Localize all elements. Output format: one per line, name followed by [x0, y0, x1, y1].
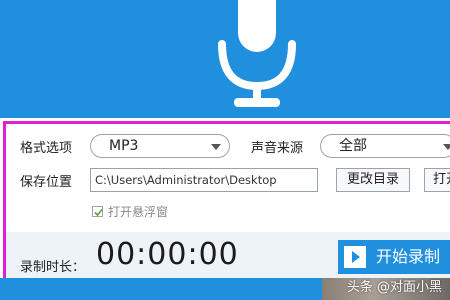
save-path-field[interactable]: C:\Users\Administrator\Desktop	[90, 168, 318, 192]
check-icon	[94, 208, 103, 217]
recording-bar: 录制时长： 00:00:00 开始录制	[6, 232, 450, 278]
format-select-value: MP3	[109, 138, 139, 154]
source-select[interactable]: 全部	[320, 134, 450, 158]
duration-label: 录制时长：	[20, 260, 86, 275]
open-folder-button[interactable]: 打开	[424, 168, 450, 192]
save-location-label: 保存位置	[20, 175, 73, 190]
settings-panel-highlight: 格式选项 MP3 声音来源 全部 保存位置 C:\Users\Administr…	[3, 121, 450, 278]
chevron-down-icon	[443, 144, 450, 150]
settings-panel: 格式选项 MP3 声音来源 全部 保存位置 C:\Users\Administr…	[6, 124, 450, 278]
format-label: 格式选项	[20, 141, 73, 156]
format-select[interactable]: MP3	[90, 134, 230, 158]
floating-window-label: 打开悬浮窗	[108, 205, 169, 219]
source-label: 声音来源	[251, 141, 304, 156]
start-recording-button[interactable]: 开始录制	[338, 240, 450, 274]
change-directory-button[interactable]: 更改目录	[336, 168, 410, 192]
microphone-icon	[218, 0, 296, 107]
watermark: 头条 @对面小黑	[346, 280, 442, 295]
floating-window-checkbox[interactable]	[92, 206, 103, 217]
start-recording-label: 开始录制	[376, 247, 441, 266]
header-banner	[0, 0, 450, 118]
duration-value: 00:00:00	[96, 237, 239, 272]
play-icon	[344, 246, 366, 268]
source-select-value: 全部	[339, 138, 367, 154]
chevron-down-icon	[211, 144, 221, 150]
